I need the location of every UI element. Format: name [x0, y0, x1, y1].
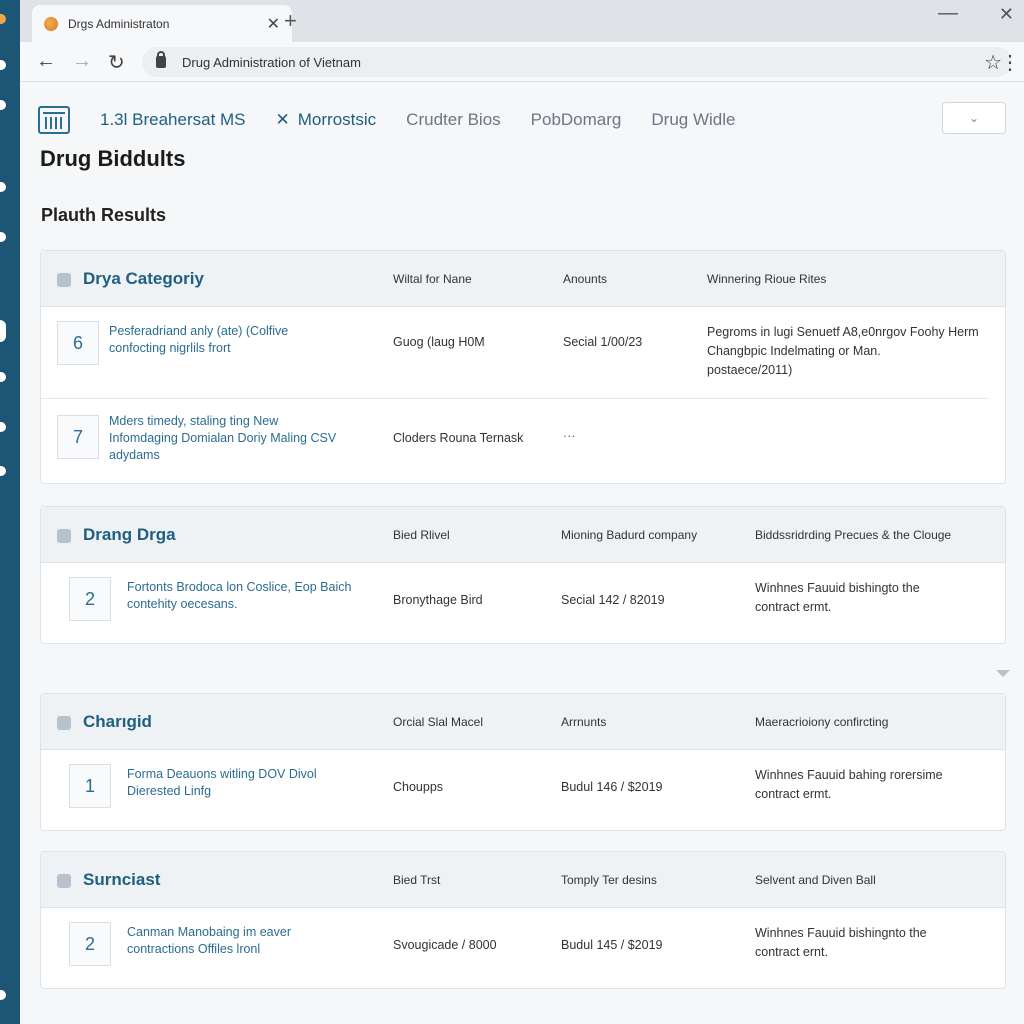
table-row[interactable]: 1 Forma Deauons witling DOV Divol Dierest…	[41, 750, 1005, 830]
column-header: Winnering Rioue Rites	[707, 272, 827, 286]
column-header: Arrnunts	[561, 715, 607, 729]
row-cell: Winhnes Fauuid bishingnto the contract er…	[755, 926, 927, 959]
strip-marker-icon	[0, 422, 6, 432]
column-header: Tomply Ter desins	[561, 873, 657, 887]
row-description[interactable]: Mders timedy, staling ting New Infomdagin…	[109, 413, 336, 464]
row-number: 2	[69, 577, 111, 621]
row-cell: Winhnes Fauuid bishingto the contract erm…	[755, 581, 920, 614]
section-checkbox[interactable]	[57, 874, 71, 888]
nav-item-1[interactable]: 1.3l Breahersat MS	[100, 110, 246, 130]
row-cell: ···	[563, 429, 576, 443]
window-minimize-button[interactable]: —	[938, 2, 958, 25]
column-header: Biddssridrding Precues & the Clouge	[755, 528, 952, 542]
background-window-strip	[0, 0, 20, 1024]
row-number: 1	[69, 764, 111, 808]
section-title: Surnciast	[83, 870, 161, 889]
strip-marker-icon	[0, 232, 6, 242]
table-row[interactable]: 2 Fortonts Brodoca lon Coslice, Eop Baic…	[41, 563, 1005, 643]
forward-arrow-icon[interactable]: →	[72, 50, 92, 73]
column-header: Anounts	[563, 272, 608, 286]
row-number: 7	[57, 415, 99, 459]
table-row[interactable]: 2 Canman Manobaing im eaver contractions …	[41, 908, 1005, 988]
address-bar[interactable]: Drug Administration of Vietnam ☆	[142, 47, 1012, 77]
column-header: Mioning Badurd company	[561, 528, 698, 542]
row-number: 2	[69, 922, 111, 966]
reload-icon[interactable]: ↻	[108, 50, 125, 75]
results-heading: Plauth Results	[41, 205, 167, 225]
strip-marker-icon	[0, 990, 6, 1000]
section-title: Charıgid	[83, 712, 152, 731]
lock-icon	[156, 51, 166, 68]
back-arrow-icon[interactable]: ←	[36, 50, 56, 73]
results-section: Drang Drga Bied Rlivel Mioning Badurd co…	[40, 506, 1006, 644]
government-building-logo-icon[interactable]	[38, 106, 70, 134]
row-cell: Bronythage Bird	[393, 593, 483, 607]
url-text[interactable]: Drug Administration of Vietnam	[182, 55, 361, 70]
site-favicon-icon	[44, 16, 58, 31]
results-section: Surnciast Bied Trst Tomply Ter desins Se…	[40, 851, 1006, 989]
tab-close-icon[interactable]: ✕	[267, 14, 280, 34]
row-cell: Svougicade / 8000	[393, 938, 497, 952]
column-header: Maeracrioiony confircting	[755, 715, 889, 729]
nav-dropdown-button[interactable]: ⌄	[942, 102, 1006, 134]
strip-marker-icon	[0, 182, 6, 192]
strip-marker-icon	[0, 14, 6, 24]
section-header: Drya Categoriy Wiltal for Nane Anounts W…	[41, 251, 1005, 307]
section-title: Drya Categoriy	[83, 269, 204, 288]
section-title: Drang Drga	[83, 525, 176, 544]
strip-marker-icon	[0, 466, 6, 476]
tab-title: Drgs Administraton	[68, 16, 170, 31]
strip-marker-icon	[0, 60, 6, 70]
row-cell: Budul 146 / $2019	[561, 780, 663, 794]
column-header: Selvent and Diven Ball	[755, 873, 876, 887]
section-checkbox[interactable]	[57, 273, 71, 287]
section-header: Charıgid Orcial Slal Macel Arrnunts Maer…	[41, 694, 1005, 750]
section-header: Drang Drga Bied Rlivel Mioning Badurd co…	[41, 507, 1005, 563]
row-cell: Cloders Rouna Ternask	[393, 431, 524, 445]
browser-menu-icon[interactable]: ⋮	[1000, 50, 1020, 75]
section-checkbox[interactable]	[57, 529, 71, 543]
row-cell: Budul 145 / $2019	[561, 938, 663, 952]
column-header: Wiltal for Nane	[393, 272, 472, 286]
row-description[interactable]: Forma Deauons witling DOV Divol Dierested…	[127, 766, 317, 800]
row-description[interactable]: Canman Manobaing im eaver contractions Of…	[127, 924, 291, 958]
browser-toolbar: ← → ↻ Drug Administration of Vietnam ☆ ⋮	[20, 42, 1024, 82]
row-cell: Winhnes Fauuid bahing rorersime contract …	[755, 768, 943, 801]
scroll-down-icon[interactable]	[996, 670, 1010, 677]
window-close-button[interactable]: ✕	[999, 4, 1014, 25]
row-description[interactable]: Pesferadriand anly (ate) (Colfive confoct…	[109, 323, 288, 357]
nav-item-4[interactable]: PobDomarg	[531, 110, 622, 130]
row-cell: Secial 142 / 82019	[561, 593, 665, 607]
strip-marker-icon	[0, 372, 6, 382]
new-tab-button[interactable]: +	[284, 8, 297, 34]
page-content: 1.3l Breahersat MS Morrostsic Crudter Bi…	[20, 82, 1024, 1024]
results-section: Drya Categoriy Wiltal for Nane Anounts W…	[40, 250, 1006, 484]
section-checkbox[interactable]	[57, 716, 71, 730]
browser-tab[interactable]: Drgs Administraton ✕	[32, 5, 292, 42]
nav-item-3[interactable]: Crudter Bios	[406, 110, 500, 130]
nav-item-5[interactable]: Drug Widle	[651, 110, 735, 130]
row-cell: Choupps	[393, 780, 444, 794]
column-header: Bied Rlivel	[393, 528, 450, 542]
table-row[interactable]: 7 Mders timedy, staling ting New Infomdag…	[41, 399, 1005, 483]
section-header: Surnciast Bied Trst Tomply Ter desins Se…	[41, 852, 1005, 908]
table-row[interactable]: 6 Pesferadriand anly (ate) (Colfive confo…	[41, 307, 989, 399]
row-cell: Guog (laug H0M	[393, 335, 485, 349]
column-header: Bied Trst	[393, 873, 441, 887]
site-navigation: 1.3l Breahersat MS Morrostsic Crudter Bi…	[38, 100, 1006, 140]
row-cell: Pegroms in lugi Senuetf A8,e0nrgov Foohy…	[707, 325, 979, 377]
page-title: Drug Biddults	[40, 146, 186, 171]
column-header: Orcial Slal Macel	[393, 715, 484, 729]
row-number: 6	[57, 321, 99, 365]
nav-item-2[interactable]: Morrostsic	[276, 110, 376, 130]
row-cell: Secial 1/00/23	[563, 335, 643, 349]
strip-marker-icon	[0, 320, 6, 342]
strip-marker-icon	[0, 100, 6, 110]
browser-tab-bar: Drgs Administraton ✕ + — ✕	[20, 0, 1024, 42]
row-description[interactable]: Fortonts Brodoca lon Coslice, Eop Baich c…	[127, 579, 351, 613]
results-section: Charıgid Orcial Slal Macel Arrnunts Maer…	[40, 693, 1006, 831]
